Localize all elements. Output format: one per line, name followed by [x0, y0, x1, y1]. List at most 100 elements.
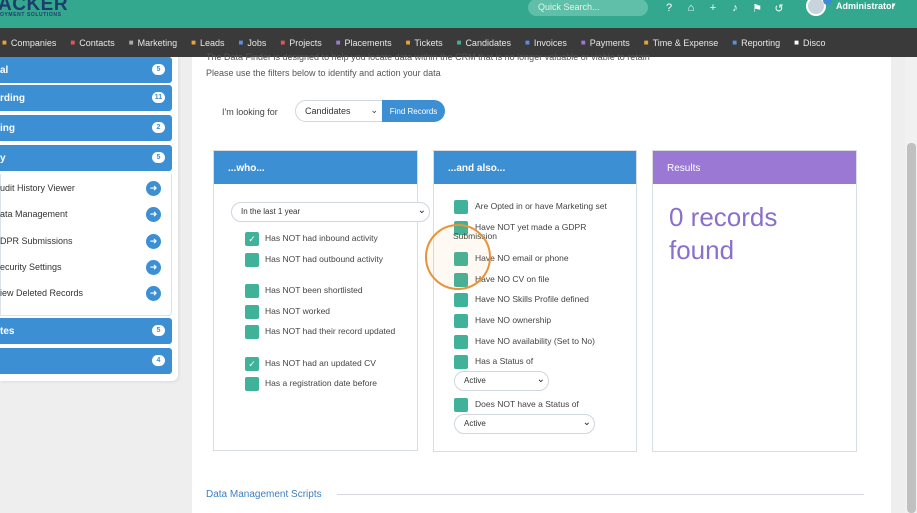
flag-icon[interactable]: ⚑	[750, 1, 764, 15]
contacts-icon: ■	[70, 38, 76, 47]
help-icon[interactable]: ?	[662, 1, 676, 15]
nav-item-label: Placements	[344, 37, 392, 48]
not-status-select[interactable]: Active ⌄	[454, 414, 595, 434]
jobs-icon: ■	[238, 38, 244, 47]
sidebar-item-security-settings[interactable]: ecurity Settings ➜	[0, 254, 172, 280]
nav-item-payments[interactable]: ■ Payments	[581, 38, 630, 48]
results-card-title: Results	[653, 151, 856, 184]
filter-option-label: Has NOT had inbound activity	[265, 233, 378, 243]
scrollbar-thumb[interactable]	[907, 143, 916, 513]
top-icon-group: ? ⌂ + ♪ ⚑ ↺	[662, 1, 786, 15]
sidebar-section-templates[interactable]: tes 5	[0, 318, 172, 344]
intro-text: The Data Finder is designed to help you …	[206, 52, 650, 62]
count-badge: 4	[152, 355, 165, 366]
chevron-down-icon[interactable]: ▾	[892, 1, 896, 9]
filter-checkbox[interactable]	[454, 398, 468, 412]
chat-icon[interactable]: ⌂	[684, 1, 698, 15]
sidebar-item-label: iew Deleted Records	[0, 288, 84, 298]
nav-item-companies[interactable]: ■ Companies	[2, 38, 56, 48]
nav-item-marketing[interactable]: ■ Marketing	[129, 38, 177, 48]
looking-for-label: I'm looking for	[222, 107, 278, 117]
nav-item-jobs[interactable]: ■ Jobs	[238, 38, 266, 48]
nav-item-label: Tickets	[414, 37, 443, 48]
find-records-button[interactable]: Find Records	[382, 100, 445, 122]
bell-icon[interactable]: ♪	[728, 1, 742, 15]
filter-option-label: Has NOT had outbound activity	[265, 254, 383, 264]
building-icon: ■	[2, 38, 7, 47]
sidebar-item-label: ecurity Settings	[0, 262, 62, 272]
nav-item-tickets[interactable]: ■ Tickets	[406, 38, 443, 48]
results-line: 0 records	[669, 202, 778, 232]
filter-checkbox[interactable]: ✓	[245, 232, 259, 246]
sidebar-section-label: ing	[0, 122, 15, 134]
sidebar-item-audit-history[interactable]: udit History Viewer ➜	[0, 175, 172, 201]
status-select[interactable]: Active ⌄	[454, 371, 549, 391]
marketing-icon: ■	[128, 38, 134, 47]
sidebar-section-onboarding[interactable]: rding 11	[0, 85, 172, 111]
nav-item-reporting[interactable]: ■ Reporting	[732, 38, 780, 48]
filter-checkbox[interactable]	[245, 305, 259, 319]
sidebar-section-label: al	[0, 64, 9, 76]
filter-checkbox[interactable]	[454, 355, 468, 369]
search-icon: ■	[794, 38, 799, 47]
filter-option-label: Has a registration date before	[265, 378, 377, 388]
nav-item-projects[interactable]: ■ Projects	[280, 38, 321, 48]
clock-icon: ■	[643, 38, 649, 47]
filter-option-label: Have NO CV on file	[475, 274, 550, 284]
invoices-icon: ■	[524, 38, 530, 47]
scripts-section-title[interactable]: Data Management Scripts	[206, 489, 322, 500]
history-icon[interactable]: ↺	[772, 1, 786, 15]
divider	[337, 494, 864, 495]
arrow-right-icon[interactable]: ➜	[146, 181, 161, 196]
filter-option-label: Are Opted in or have Marketing set	[475, 201, 607, 211]
who-card-title: ...who...	[214, 151, 417, 184]
nav-item-invoices[interactable]: ■ Invoices	[525, 38, 567, 48]
click-highlight-circle	[425, 224, 491, 290]
record-type-value: Candidates	[305, 106, 351, 116]
sidebar-section-marketing[interactable]: ing 2	[0, 115, 172, 141]
filter-checkbox[interactable]	[454, 314, 468, 328]
filter-checkbox[interactable]: ✓	[245, 357, 259, 371]
nav-item-label: Jobs	[247, 37, 267, 48]
quick-search-input[interactable]: Quick Search...	[528, 0, 648, 16]
filter-checkbox[interactable]	[454, 293, 468, 307]
nav-item-label: Contacts	[79, 37, 115, 48]
filter-checkbox[interactable]	[454, 335, 468, 349]
sidebar-item-data-management[interactable]: ata Management ➜	[0, 201, 172, 227]
user-name[interactable]: Administrator	[836, 1, 895, 11]
avatar-status-badge	[823, 0, 832, 5]
sidebar-section-label: rding	[0, 92, 25, 104]
sidebar-item-gdpr-submissions[interactable]: DPR Submissions ➜	[0, 228, 172, 254]
sidebar-section-other[interactable]: 4	[0, 348, 172, 374]
sidebar-item-deleted-records[interactable]: iew Deleted Records ➜	[0, 280, 172, 306]
filter-checkbox[interactable]	[245, 284, 259, 298]
arrow-right-icon[interactable]: ➜	[146, 286, 161, 301]
nav-item-time-expense[interactable]: ■ Time & Expense	[644, 38, 719, 48]
sidebar-item-label: udit History Viewer	[0, 183, 75, 193]
arrow-right-icon[interactable]: ➜	[146, 234, 161, 249]
record-type-select[interactable]: Candidates ⌄	[295, 100, 383, 122]
projects-icon: ■	[280, 38, 286, 47]
sidebar: al 5 rding 11 ing 2 y 5 udit History Vie…	[0, 57, 178, 381]
nav-item-label: Companies	[10, 37, 57, 48]
nav-item-placements[interactable]: ■ Placements	[336, 38, 392, 48]
filter-option-label: Have NO availability (Set to No)	[475, 336, 595, 346]
also-card-title: ...and also...	[434, 151, 636, 184]
nav-item-label: Candidates	[465, 37, 511, 48]
filter-checkbox[interactable]	[245, 377, 259, 391]
nav-item-label: Invoices	[533, 37, 567, 48]
arrow-right-icon[interactable]: ➜	[146, 260, 161, 275]
count-badge: 5	[152, 152, 165, 163]
period-select[interactable]: In the last 1 year ⌄	[231, 202, 430, 222]
arrow-right-icon[interactable]: ➜	[146, 207, 161, 222]
sidebar-section-security[interactable]: y 5	[0, 145, 172, 171]
nav-item-leads[interactable]: ■ Leads	[191, 38, 224, 48]
sidebar-section-general[interactable]: al 5	[0, 57, 172, 83]
add-icon[interactable]: +	[706, 1, 720, 15]
period-value: In the last 1 year	[241, 207, 301, 216]
nav-item-label: Payments	[589, 37, 630, 48]
filter-checkbox[interactable]	[454, 200, 468, 214]
nav-item-contacts[interactable]: ■ Contacts	[70, 38, 114, 48]
nav-item-disco[interactable]: ■ Disco	[794, 38, 825, 48]
nav-item-candidates[interactable]: ■ Candidates	[457, 38, 511, 48]
